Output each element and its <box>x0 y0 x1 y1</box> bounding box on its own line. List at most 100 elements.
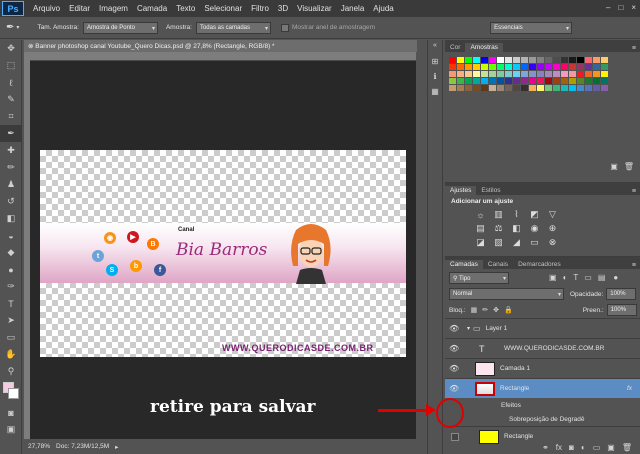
menu-item-selecionar[interactable]: Selecionar <box>204 4 242 13</box>
posterize-icon[interactable]: ▨ <box>493 237 504 248</box>
color-swatches[interactable] <box>0 380 22 404</box>
eye-icon[interactable]: 👁 <box>449 384 461 393</box>
quick-mask-icon[interactable]: ◙ <box>0 404 22 421</box>
color-swatch[interactable] <box>545 85 552 91</box>
black-white-icon[interactable]: ◧ <box>511 223 522 234</box>
color-swatch[interactable] <box>529 57 536 63</box>
color-swatch[interactable] <box>545 64 552 70</box>
color-swatch[interactable] <box>473 57 480 63</box>
color-swatch[interactable] <box>593 85 600 91</box>
color-swatch[interactable] <box>497 57 504 63</box>
color-swatch[interactable] <box>569 78 576 84</box>
color-swatch[interactable] <box>529 78 536 84</box>
color-swatch[interactable] <box>601 78 608 84</box>
color-swatch[interactable] <box>593 71 600 77</box>
quick-select-tool-icon[interactable]: ✎ <box>0 91 22 108</box>
vibrance-icon[interactable]: ▽ <box>547 209 558 220</box>
color-swatch[interactable] <box>585 71 592 77</box>
menu-item-editar[interactable]: Editar <box>69 4 90 13</box>
minimize-button[interactable]: – <box>606 3 610 12</box>
expand-arrow-icon[interactable]: ▾ <box>467 325 470 332</box>
color-swatch[interactable] <box>449 78 456 84</box>
layer-filter-select[interactable]: ⚲ Tipo ▾ <box>449 271 509 284</box>
color-swatch[interactable] <box>569 57 576 63</box>
tab-styles[interactable]: Estilos <box>476 186 505 195</box>
color-swatch[interactable] <box>465 85 472 91</box>
color-swatch[interactable] <box>585 64 592 70</box>
color-swatch[interactable] <box>449 85 456 91</box>
menu-item-ajuda[interactable]: Ajuda <box>373 4 393 13</box>
color-swatch[interactable] <box>465 57 472 63</box>
color-swatch[interactable] <box>529 64 536 70</box>
photo-filter-icon[interactable]: ◉ <box>529 223 540 234</box>
color-swatch[interactable] <box>505 57 512 63</box>
color-swatch[interactable] <box>473 78 480 84</box>
layer-row-camada[interactable]: 👁 Camada 1 <box>445 358 640 378</box>
color-swatch[interactable] <box>601 85 608 91</box>
color-swatch[interactable] <box>593 57 600 63</box>
filter-smart-icon[interactable]: ▤ <box>598 273 606 282</box>
fill-input[interactable]: 100% <box>606 304 637 316</box>
color-swatch[interactable] <box>505 85 512 91</box>
workspace-select[interactable]: Essenciais ▾ <box>490 21 573 34</box>
lock-all-icon[interactable]: 🔒 <box>504 306 513 314</box>
healing-brush-tool-icon[interactable]: ✚ <box>0 142 22 159</box>
color-swatch[interactable] <box>473 71 480 77</box>
collapse-panels-icon[interactable]: « <box>428 42 442 49</box>
properties-panel-icon[interactable]: ℹ <box>428 72 442 81</box>
color-swatch[interactable] <box>537 78 544 84</box>
color-swatch[interactable] <box>537 85 544 91</box>
color-swatch[interactable] <box>481 57 488 63</box>
blend-mode-select[interactable]: Normal ▾ <box>449 288 564 300</box>
hand-tool-icon[interactable]: ✋ <box>0 346 22 363</box>
color-swatch[interactable] <box>505 78 512 84</box>
crop-tool-icon[interactable]: ⌗ <box>0 108 22 125</box>
filter-adjust-icon[interactable]: ◐ <box>563 273 568 282</box>
curves-icon[interactable]: ⌇ <box>511 209 522 220</box>
eraser-tool-icon[interactable]: ◧ <box>0 210 22 227</box>
color-swatch[interactable] <box>449 57 456 63</box>
layer-effect-gradient-row[interactable]: Sobreposição de Degradê <box>445 412 640 426</box>
layer-row-rectangle-selected[interactable]: 👁 Rectangle fx <box>445 378 640 398</box>
menu-item-visualizar[interactable]: Visualizar <box>297 4 332 13</box>
color-swatch[interactable] <box>449 64 456 70</box>
move-tool-icon[interactable]: ✥ <box>0 40 22 57</box>
color-swatch[interactable] <box>497 85 504 91</box>
color-swatch[interactable] <box>561 78 568 84</box>
color-swatch[interactable] <box>577 57 584 63</box>
eye-icon[interactable]: 👁 <box>449 324 461 333</box>
menu-item-camada[interactable]: Camada <box>137 4 167 13</box>
paint-bucket-tool-icon[interactable]: ◒ <box>0 227 22 244</box>
color-swatch[interactable] <box>577 64 584 70</box>
screen-mode-icon[interactable]: ▣ <box>0 421 22 438</box>
color-swatch[interactable] <box>577 85 584 91</box>
fx-icon[interactable]: fx <box>556 443 562 452</box>
clone-stamp-tool-icon[interactable]: ♟ <box>0 176 22 193</box>
tab-layers[interactable]: Camadas <box>445 260 483 269</box>
color-swatch[interactable] <box>553 78 560 84</box>
color-swatch[interactable] <box>481 64 488 70</box>
lasso-tool-icon[interactable]: ℓ <box>0 74 22 91</box>
layer-row-group[interactable]: 👁 ▾ ▭ Layer 1 <box>445 318 640 338</box>
color-swatch[interactable] <box>545 71 552 77</box>
color-swatch[interactable] <box>489 78 496 84</box>
trash-icon[interactable]: 🗑 <box>622 443 632 452</box>
color-swatch[interactable] <box>481 78 488 84</box>
color-swatch[interactable] <box>513 57 520 63</box>
color-swatch[interactable] <box>553 71 560 77</box>
color-swatch[interactable] <box>537 71 544 77</box>
color-swatch[interactable] <box>489 57 496 63</box>
color-swatch[interactable] <box>537 64 544 70</box>
color-swatch[interactable] <box>585 57 592 63</box>
layer-row-text[interactable]: 👁 T WWW.QUERODICASDE.COM.BR <box>445 338 640 358</box>
color-swatch[interactable] <box>553 64 560 70</box>
dodge-tool-icon[interactable]: ● <box>0 261 22 278</box>
history-brush-tool-icon[interactable]: ↺ <box>0 193 22 210</box>
tool-preset-dropdown-icon[interactable]: ▾ <box>16 24 19 31</box>
new-layer-icon[interactable]: ▣ <box>607 443 615 452</box>
tab-color[interactable]: Cor <box>445 43 465 52</box>
history-panel-icon[interactable]: ⊞ <box>428 57 442 66</box>
color-swatch[interactable] <box>521 78 528 84</box>
color-swatch[interactable] <box>521 85 528 91</box>
actions-panel-icon[interactable]: ▦ <box>428 87 442 96</box>
